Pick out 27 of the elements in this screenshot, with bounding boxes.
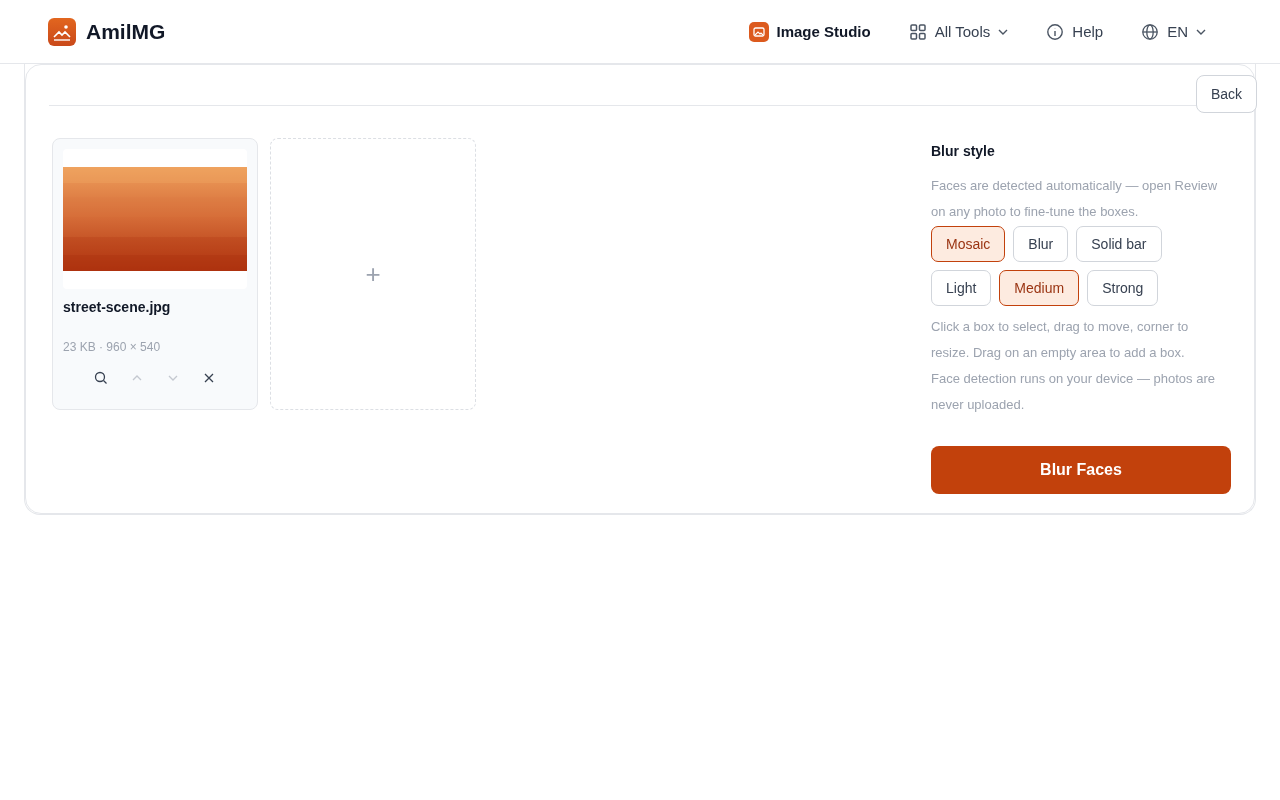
logo-icon [48, 17, 76, 46]
globe-icon [1141, 22, 1160, 41]
privacy-note: Face detection runs on your device — photos are never uploaded. [931, 370, 1216, 414]
image-icon [748, 21, 769, 42]
brand-name: AmilMG [86, 19, 166, 44]
info-icon [1046, 22, 1065, 41]
caret-icon [998, 28, 1009, 35]
blur-faces-button[interactable]: Blur Faces [931, 446, 1231, 494]
style-option[interactable]: Solid bar [1076, 226, 1162, 262]
grid-icon [908, 22, 927, 41]
style-option[interactable]: Blur [1013, 226, 1069, 262]
strength-option[interactable]: Medium [999, 270, 1080, 306]
back-button[interactable]: Back [1195, 75, 1257, 113]
strength-option[interactable]: Strong [1087, 270, 1159, 306]
help-text: Click a box to select, drag to move, corner to resize. Drag on an empty area to add a box. [931, 318, 1190, 362]
search-icon [93, 370, 109, 386]
file-name: street-scene.jpg [63, 299, 172, 315]
intro-text: Faces are detected automatically — open Review on any photo to fine-tune the boxes. [931, 177, 1219, 221]
nav-link[interactable]: Help [1036, 16, 1114, 47]
nav-link[interactable]: All Tools [898, 16, 1019, 47]
nav-link[interactable]: EN [1131, 16, 1216, 47]
style-option[interactable]: Mosaic [931, 226, 1006, 262]
strength-option[interactable]: Light [931, 270, 992, 306]
caret-icon [1196, 28, 1206, 35]
section-title: Blur style [931, 143, 996, 159]
file-details: 23 KB · 960 × 540 [63, 340, 162, 354]
nav-link[interactable]: Image Studio [738, 15, 881, 48]
